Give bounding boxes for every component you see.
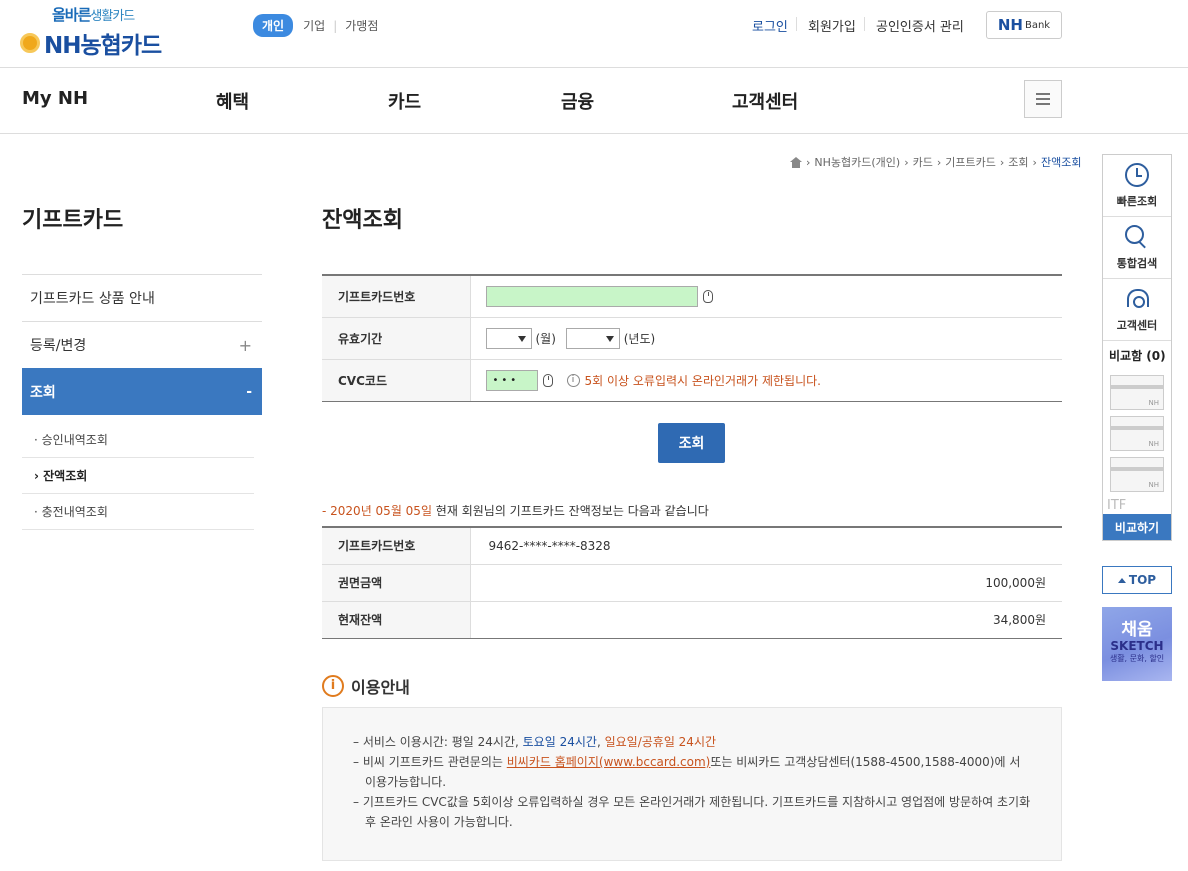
tab-business[interactable]: 기업 — [303, 17, 325, 34]
certificate-link[interactable]: 공인인증서 관리 — [876, 16, 964, 35]
sidebar-submenu: · 승인내역조회 › 잔액조회 · 충전내역조회 — [22, 422, 254, 530]
card-number-input[interactable] — [485, 285, 698, 307]
compare-button[interactable]: 비교하기 — [1103, 514, 1171, 540]
search-icon — [1125, 224, 1149, 249]
clock-icon — [1125, 162, 1149, 187]
tab-merchant[interactable]: 가맹점 — [345, 17, 378, 34]
minus-icon: - — [246, 383, 252, 400]
tab-personal[interactable]: 개인 — [253, 14, 294, 37]
mouse-icon[interactable] — [702, 289, 713, 303]
current-balance: 34,800원 — [470, 601, 1062, 639]
gnb-finance[interactable]: 금융 — [561, 88, 594, 114]
guide-title: i 이용안내 — [322, 674, 410, 698]
sidebar-subitem-approval[interactable]: · 승인내역조회 — [22, 422, 254, 458]
menu-button[interactable] — [1024, 80, 1062, 118]
integrated-search-button[interactable]: 통합검색 — [1103, 217, 1171, 279]
signup-link[interactable]: 회원가입 — [808, 16, 856, 35]
breadcrumb-item[interactable]: 기프트카드 — [945, 154, 996, 170]
arrow-up-icon — [1117, 577, 1126, 583]
mouse-icon[interactable] — [542, 373, 553, 387]
sidebar-title: 기프트카드 — [22, 208, 124, 233]
divider — [0, 67, 1188, 68]
breadcrumb-item[interactable]: NH농협카드(개인) — [814, 154, 900, 170]
guide-item: – 비씨 기프트카드 관련문의는 비씨카드 홈페이지(www.bccard.co… — [353, 755, 1021, 789]
table-row: 기프트카드번호 9462-****-****-8328 — [322, 527, 1062, 565]
page-title: 잔액조회 — [322, 208, 403, 233]
sidebar-item-inquiry[interactable]: 조회 - — [22, 368, 262, 415]
year-select[interactable] — [565, 327, 620, 349]
headset-icon — [1125, 287, 1149, 311]
guide-item: – 기프트카드 CVC값을 5회이상 오류입력하실 경우 모든 온라인거래가 제… — [353, 795, 1031, 829]
sidebar-item-product-info[interactable]: 기프트카드 상품 안내 — [22, 274, 262, 321]
validity-label: 유효기간 — [322, 317, 471, 360]
divider — [864, 17, 865, 31]
quick-bar: 빠른조회 통합검색 고객센터 비교함 (0) NH NH NH ITF 비교하기 — [1102, 154, 1172, 541]
divider — [796, 17, 797, 31]
sidebar-subitem-charge[interactable]: · 충전내역조회 — [22, 494, 254, 530]
divider — [0, 133, 1188, 134]
cvc-input[interactable]: ••• — [485, 369, 538, 391]
cvc-label: CVC코드 — [322, 359, 471, 402]
gnb-card[interactable]: 카드 — [388, 88, 421, 114]
compare-slot[interactable]: NH — [1110, 416, 1164, 451]
nhbank-link[interactable]: NH Bank — [986, 11, 1062, 39]
quick-lookup-button[interactable]: 빠른조회 — [1103, 155, 1171, 217]
breadcrumb-current: 잔액조회 — [1040, 156, 1082, 169]
guide-box: – 서비스 이용시간: 평일 24시간, 토요일 24시간, 일요일/공휴일 2… — [322, 707, 1062, 861]
card-number-label: 기프트카드번호 — [322, 275, 471, 318]
sidebar-menu: 기프트카드 상품 안내 등록/변경 + 조회 - — [22, 274, 262, 415]
customer-center-button[interactable]: 고객센터 — [1103, 279, 1171, 341]
card-number-value: 9462-****-****-8328 — [470, 527, 1062, 565]
logo[interactable]: NH농협카드 — [20, 26, 162, 60]
table-row: 권면금액 100,000원 — [322, 564, 1062, 602]
month-select[interactable] — [485, 327, 532, 349]
compare-title: 비교함 (0) — [1109, 348, 1166, 363]
face-value: 100,000원 — [470, 564, 1062, 602]
customer-type-tabs: 개인 기업 | 가맹점 — [253, 14, 378, 37]
compare-slot[interactable]: NH — [1110, 457, 1164, 492]
info-icon: i — [322, 675, 344, 697]
guide-item: – 서비스 이용시간: 평일 24시간, 토요일 24시간, 일요일/공휴일 2… — [353, 735, 717, 749]
itf-label: ITF — [1107, 498, 1127, 513]
hamburger-icon — [1036, 93, 1050, 95]
result-caption: - 2020년 05월 05일 현재 회원님의 기프트카드 잔액정보는 다음과 … — [322, 504, 709, 518]
home-icon[interactable] — [790, 156, 802, 168]
cvc-warning: 5회 이상 오류입력시 온라인거래가 제한됩니다. — [584, 373, 821, 388]
search-button[interactable]: 조회 — [658, 423, 725, 463]
balance-form: 기프트카드번호 유효기간 (월) (년도) CVC코드 ••• i 5회 이상 오류… — [322, 274, 1062, 402]
top-button[interactable]: TOP — [1102, 566, 1172, 594]
sidebar-subitem-balance[interactable]: › 잔액조회 — [22, 458, 254, 494]
compare-slot[interactable]: NH — [1110, 375, 1164, 410]
plus-icon: + — [238, 335, 252, 355]
result-table: 기프트카드번호 9462-****-****-8328 권면금액 100,000… — [322, 526, 1062, 639]
breadcrumb: › NH농협카드(개인) › 카드 › 기프트카드 › 조회 › 잔액조회 — [790, 154, 1081, 170]
chaeum-sketch-banner[interactable]: 채움 SKETCH 생활, 문화, 할인 — [1102, 607, 1172, 681]
table-row: 현재잔액 34,800원 — [322, 601, 1062, 639]
bccard-link[interactable]: 비씨카드 홈페이지(www.bccard.com) — [507, 755, 711, 769]
info-icon: i — [566, 373, 580, 387]
sidebar-item-register[interactable]: 등록/변경 + — [22, 321, 262, 368]
gnb-customer-center[interactable]: 고객센터 — [732, 88, 798, 114]
logo-tagline[interactable]: 올바른생활카드 — [52, 4, 135, 25]
breadcrumb-item[interactable]: 조회 — [1008, 154, 1028, 170]
gnb-my-nh[interactable]: My NH — [22, 88, 88, 109]
gnb-benefits[interactable]: 혜택 — [216, 88, 249, 114]
logo-mark-icon — [20, 33, 40, 53]
breadcrumb-item[interactable]: 카드 — [913, 154, 933, 170]
login-link[interactable]: 로그인 — [752, 16, 788, 35]
